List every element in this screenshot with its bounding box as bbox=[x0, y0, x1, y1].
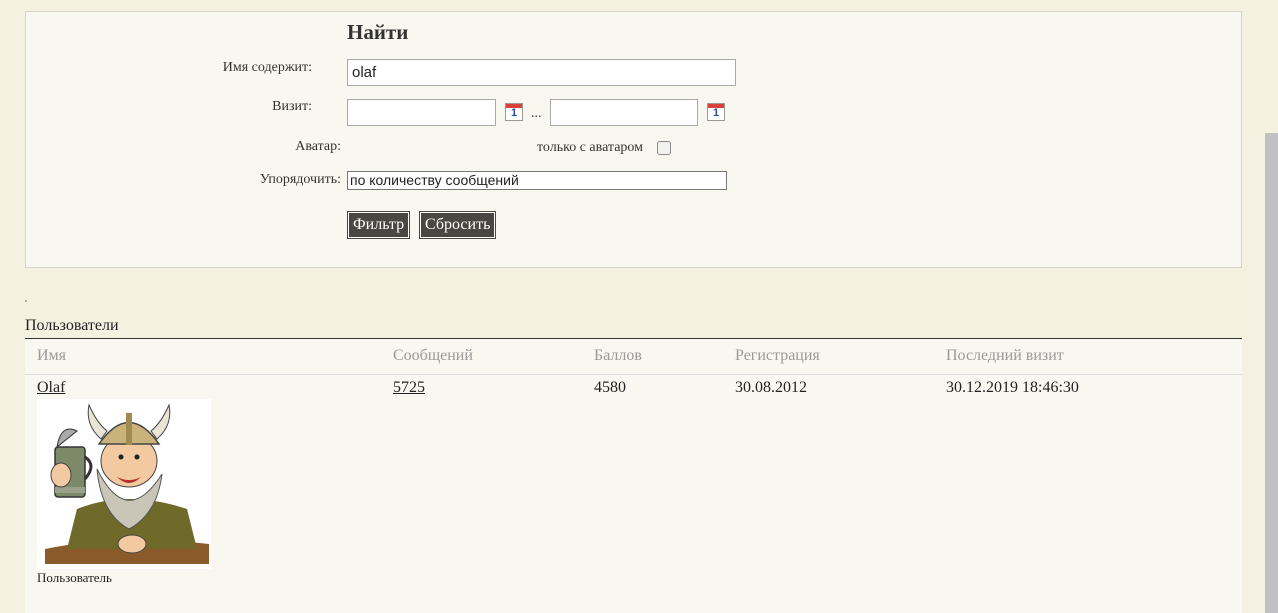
visit-to-input[interactable] bbox=[550, 99, 698, 126]
column-header-registered[interactable]: Регистрация bbox=[735, 347, 820, 365]
vertical-scrollbar[interactable] bbox=[1265, 0, 1278, 613]
calendar-from-icon[interactable]: 1 bbox=[505, 103, 523, 121]
avatar-label: Аватар: bbox=[295, 139, 341, 154]
user-registered-date: 30.08.2012 bbox=[735, 379, 807, 396]
viking-avatar-icon[interactable] bbox=[37, 399, 211, 569]
name-contains-label: Имя содержит: bbox=[222, 60, 312, 75]
scrollbar-thumb[interactable] bbox=[1265, 133, 1278, 613]
user-name-link[interactable]: Olaf bbox=[37, 379, 65, 397]
column-header-name[interactable]: Имя bbox=[37, 347, 66, 365]
user-messages-link[interactable]: 5725 bbox=[393, 379, 425, 397]
calendar-to-icon[interactable]: 1 bbox=[707, 103, 725, 121]
search-panel: Найти Имя содержит: olaf Визит: 1 ... 1 … bbox=[25, 11, 1242, 268]
visit-from-input[interactable] bbox=[347, 99, 496, 126]
reset-button[interactable]: Сбросить bbox=[419, 211, 497, 239]
users-table: Имя Сообщений Баллов Регистрация Последн… bbox=[25, 339, 1242, 613]
separator-dot bbox=[25, 300, 27, 302]
users-section-title: Пользователи bbox=[25, 317, 119, 334]
filter-button[interactable]: Фильтр bbox=[347, 211, 411, 239]
search-title: Найти bbox=[347, 20, 409, 44]
user-points: 4580 bbox=[594, 379, 626, 396]
avatar-only-checkbox[interactable] bbox=[657, 141, 671, 155]
avatar-only-label: только с аватаром bbox=[537, 140, 644, 155]
column-header-last-visit[interactable]: Последний визит bbox=[946, 347, 1064, 365]
name-contains-input[interactable]: olaf bbox=[347, 59, 736, 86]
header-divider bbox=[25, 374, 1242, 375]
user-role: Пользователь bbox=[37, 570, 112, 585]
order-select[interactable]: по количеству сообщений bbox=[347, 171, 727, 190]
column-header-messages[interactable]: Сообщений bbox=[393, 347, 473, 365]
order-label: Упорядочить: bbox=[259, 172, 341, 187]
column-header-points[interactable]: Баллов bbox=[594, 347, 642, 365]
visit-label: Визит: bbox=[272, 99, 312, 114]
user-last-visit: 30.12.2019 18:46:30 bbox=[946, 379, 1079, 396]
visit-range-separator: ... bbox=[531, 106, 542, 121]
